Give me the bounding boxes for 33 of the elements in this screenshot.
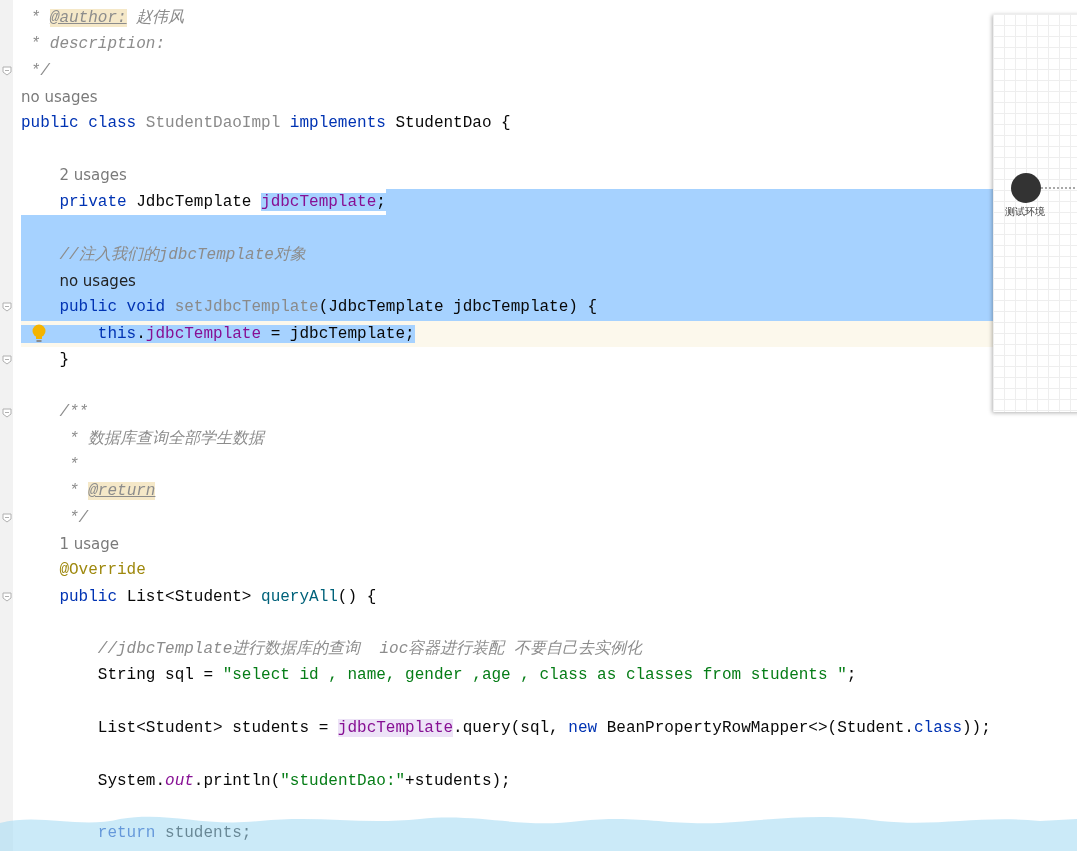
- code-line: private JdbcTemplate jdbcTemplate;: [58, 192, 386, 214]
- code-line: * 数据库查询全部学生数据: [68, 428, 265, 450]
- code-line: //jdbcTemplate进行数据库的查询 ioc容器进行装配 不要自己去实例化: [96, 638, 642, 661]
- code-line: *: [68, 455, 79, 477]
- code-line: return students;: [96, 823, 252, 845]
- code-line: public class StudentDaoImpl implements StudentDao {: [21, 113, 511, 135]
- code-line: }: [58, 349, 69, 371]
- fold-marker-icon[interactable]: [2, 65, 12, 76]
- code-line: this.jdbcTemplate = jdbcTemplate;: [21, 320, 415, 347]
- usage-hint[interactable]: no usages: [21, 87, 98, 107]
- fold-marker-icon[interactable]: [2, 407, 12, 418]
- node-connector-drawing: [1010, 172, 1077, 204]
- code-line: System.out.println("studentDao:"+students);: [96, 770, 511, 792]
- code-line: @Override: [58, 560, 146, 582]
- code-line: public List<Student> queryAll() {: [58, 586, 377, 608]
- usage-hint[interactable]: 1 usage: [21, 534, 119, 554]
- code-line: * @author: 赵伟风: [29, 8, 185, 29]
- code-line: * description:: [29, 34, 166, 56]
- lightbulb-icon[interactable]: [32, 323, 46, 344]
- code-line: */: [29, 60, 50, 82]
- fold-marker-icon[interactable]: [2, 302, 12, 313]
- code-line: /**: [58, 402, 89, 424]
- code-line: */: [68, 507, 89, 529]
- usage-hint[interactable]: 2 usages: [21, 166, 127, 186]
- usage-hint[interactable]: no usages: [21, 271, 136, 291]
- code-line: //注入我们的jdbcTemplate对象: [58, 244, 306, 266]
- fold-marker-icon[interactable]: [2, 591, 12, 602]
- code-line: String sql = "select id , name, gender ,age , class as classes from students ";: [96, 665, 857, 687]
- code-line: List<Student> students = jdbcTemplate.query(sql, new BeanPropertyRowMapper<>(Student.class));: [96, 718, 991, 740]
- node-label: 测试环境: [1005, 205, 1045, 219]
- fold-marker-icon[interactable]: [2, 512, 12, 523]
- fold-marker-icon[interactable]: [2, 355, 12, 365]
- code-line: public void setJdbcTemplate(JdbcTemplate jdbcTemplate) {: [58, 297, 598, 319]
